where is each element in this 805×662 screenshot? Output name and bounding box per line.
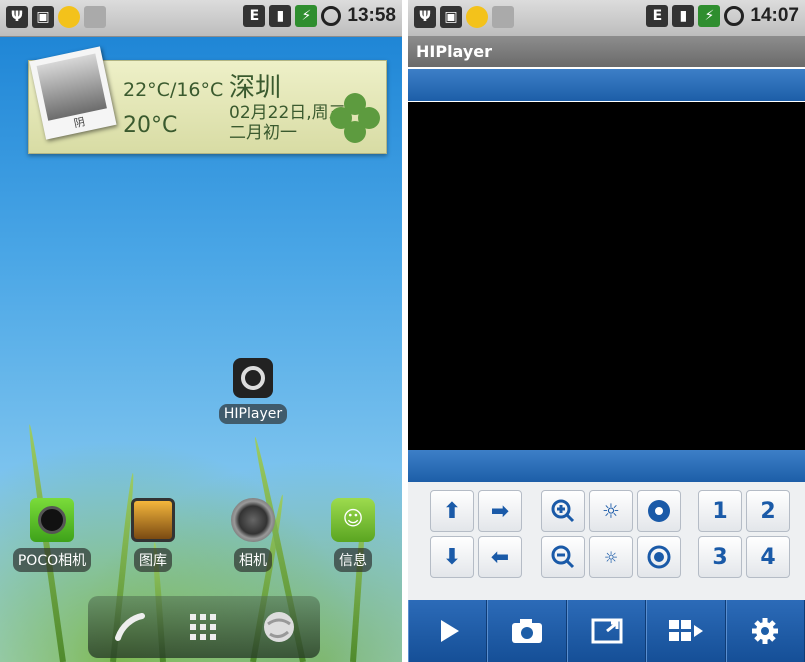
weather-widget[interactable]: 阴 22°C/16°C 20°C 深圳 02月22日,周三 二月初一 xyxy=(28,46,387,154)
hiplayer-screen: Ψ ▣ E ▮ ⚡ 14:07 HIPlayer ⬆ ➡ ⬇ ⬅ ☼ ☼ 1 2… xyxy=(408,0,805,662)
app-label: POCO相机 xyxy=(12,548,92,572)
app-poco-camera[interactable]: POCO相机 xyxy=(12,498,92,572)
ptz-direction-group: ⬆ ➡ ⬇ ⬅ xyxy=(430,490,522,578)
pan-left-button[interactable]: ⬅ xyxy=(478,536,522,578)
settings-button[interactable] xyxy=(725,600,805,662)
browser-icon[interactable] xyxy=(260,608,298,646)
video-view[interactable] xyxy=(408,102,805,450)
iris-open-icon xyxy=(648,500,670,522)
iris-close-icon xyxy=(647,545,671,569)
network-edge-icon: E xyxy=(646,5,669,27)
video-header-bar xyxy=(408,69,805,101)
poco-camera-icon xyxy=(30,498,74,542)
app-gallery[interactable]: 图库 xyxy=(113,498,193,572)
bottom-toolbar xyxy=(408,600,805,662)
temperature-range: 22°C/16°C xyxy=(123,79,224,101)
usb-icon: Ψ xyxy=(414,6,436,28)
preset-4-button[interactable]: 4 xyxy=(746,536,790,578)
snapshot-button[interactable] xyxy=(487,600,567,662)
multi-view-button[interactable] xyxy=(646,600,726,662)
app-camera[interactable]: 相机 xyxy=(213,498,293,572)
play-icon xyxy=(440,620,459,642)
notification-app-icon xyxy=(58,6,80,28)
notification-app-icon xyxy=(466,6,488,28)
fullscreen-button[interactable] xyxy=(566,600,647,662)
alarm-icon xyxy=(321,6,342,26)
dock xyxy=(88,596,320,658)
app-hiplayer[interactable]: HIPlayer xyxy=(213,358,293,424)
pan-right-button[interactable]: ➡ xyxy=(478,490,522,532)
pan-up-button[interactable]: ⬆ xyxy=(430,490,474,532)
preset-group: 1 2 3 4 xyxy=(698,490,790,578)
zoom-out-icon xyxy=(551,545,575,569)
clover-icon xyxy=(330,93,380,143)
play-button[interactable] xyxy=(408,600,488,662)
date-lunar: 二月初一 xyxy=(229,123,297,143)
signal-icon: ▮ xyxy=(672,5,695,27)
video-footer-bar xyxy=(408,450,805,482)
current-temperature: 20°C xyxy=(123,113,178,138)
app-label: HIPlayer xyxy=(218,404,288,424)
arrow-right-icon: ➡ xyxy=(490,498,510,524)
multi-view-icon xyxy=(668,620,703,641)
weather-photo: 阴 xyxy=(29,46,117,140)
battery-icon: ⚡ xyxy=(698,5,721,27)
status-bar: Ψ ▣ E ▮ ⚡ 14:07 xyxy=(408,0,805,37)
messages-icon: ☺ xyxy=(331,498,375,542)
preset-3-button[interactable]: 3 xyxy=(698,536,742,578)
pan-down-button[interactable]: ⬇ xyxy=(430,536,474,578)
camera-icon xyxy=(231,498,275,542)
signal-icon: ▮ xyxy=(269,5,292,27)
usb-icon: Ψ xyxy=(6,6,28,28)
preset-1-button[interactable]: 1 xyxy=(698,490,742,532)
zoom-in-icon xyxy=(551,499,575,523)
zoom-focus-iris-group: ☼ ☼ xyxy=(541,490,681,578)
arrow-up-icon: ⬆ xyxy=(442,498,462,524)
sun-small-icon: ☼ xyxy=(603,547,619,567)
ptz-control-panel: ⬆ ➡ ⬇ ⬅ ☼ ☼ 1 2 3 4 xyxy=(408,482,805,600)
weather-date: 02月22日,周三 二月初一 xyxy=(229,103,346,143)
app-label: 图库 xyxy=(134,548,172,572)
iris-close-button[interactable] xyxy=(637,536,681,578)
focus-near-button[interactable]: ☼ xyxy=(589,536,633,578)
app-title: HIPlayer xyxy=(416,42,493,61)
arrow-left-icon: ⬅ xyxy=(490,544,510,570)
hiplayer-icon xyxy=(233,358,273,398)
snapshot-icon xyxy=(512,619,543,643)
sd-card-icon xyxy=(492,6,514,28)
sun-icon: ☼ xyxy=(602,499,620,523)
alarm-icon xyxy=(724,6,745,26)
android-debug-icon: ▣ xyxy=(440,6,462,28)
app-drawer-icon[interactable] xyxy=(184,608,222,646)
settings-icon xyxy=(752,618,779,644)
home-screen: Ψ ▣ E ▮ ⚡ 13:58 阴 22°C/16°C 20°C 深圳 02月2… xyxy=(0,0,402,662)
app-messages[interactable]: ☺ 信息 xyxy=(313,498,393,572)
status-bar: Ψ ▣ E ▮ ⚡ 13:58 xyxy=(0,0,402,37)
android-debug-icon: ▣ xyxy=(32,6,54,28)
zoom-out-button[interactable] xyxy=(541,536,585,578)
status-clock: 13:58 xyxy=(347,5,396,26)
city-name: 深圳 xyxy=(229,73,282,103)
battery-icon: ⚡ xyxy=(295,5,318,27)
app-title-bar: HIPlayer xyxy=(408,37,805,67)
app-label: 信息 xyxy=(334,548,372,572)
date-gregorian: 02月22日,周三 xyxy=(229,103,346,123)
zoom-in-button[interactable] xyxy=(541,490,585,532)
iris-open-button[interactable] xyxy=(637,490,681,532)
fullscreen-icon xyxy=(591,618,623,644)
app-label: 相机 xyxy=(234,548,272,572)
arrow-down-icon: ⬇ xyxy=(442,544,462,570)
network-edge-icon: E xyxy=(243,5,266,27)
status-clock: 14:07 xyxy=(750,5,799,26)
preset-2-button[interactable]: 2 xyxy=(746,490,790,532)
sd-card-icon xyxy=(84,6,106,28)
focus-far-button[interactable]: ☼ xyxy=(589,490,633,532)
phone-icon[interactable] xyxy=(110,608,148,646)
gallery-icon xyxy=(131,498,175,542)
